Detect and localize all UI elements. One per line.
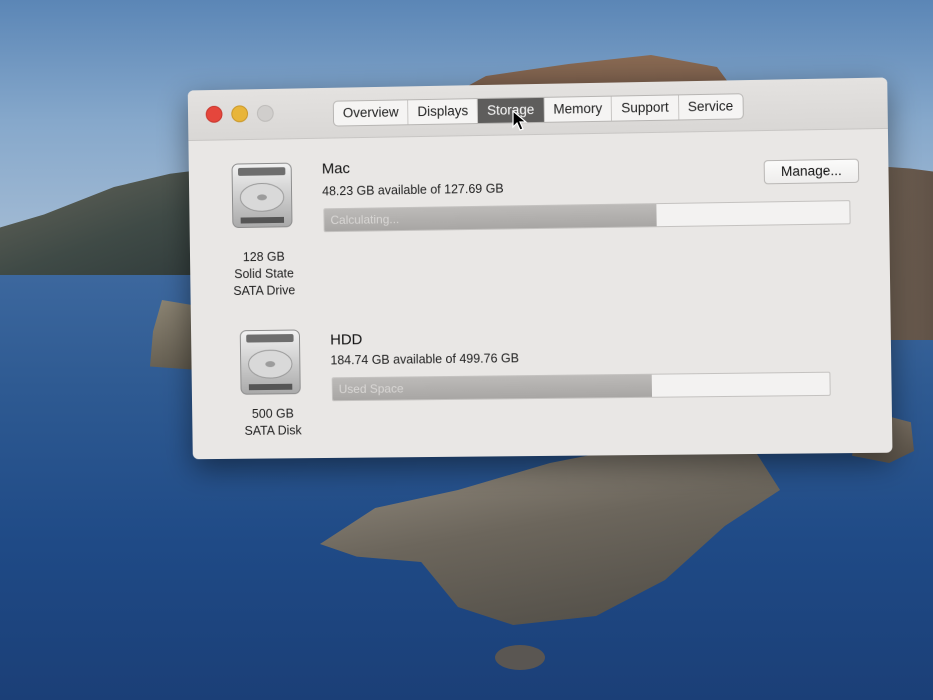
tab-memory[interactable]: Memory — [544, 97, 612, 122]
drive-name: HDD — [330, 331, 362, 348]
drive-type: Solid State — [210, 265, 319, 283]
storage-bar-label: Calculating... — [330, 208, 399, 231]
tab-displays[interactable]: Displays — [408, 99, 478, 124]
tab-service[interactable]: Service — [679, 94, 743, 119]
manage-button[interactable]: Manage... — [764, 159, 860, 185]
hard-drive-icon — [238, 328, 302, 398]
hard-drive-icon — [230, 161, 294, 232]
storage-bar: Used Space — [332, 372, 831, 402]
close-button[interactable] — [206, 106, 223, 123]
drive-mac: 128 GB Solid State SATA Drive Mac 48.23 … — [189, 147, 889, 159]
storage-bar: Calculating... — [323, 200, 850, 232]
storage-pane: 128 GB Solid State SATA Drive Mac 48.23 … — [188, 129, 892, 459]
minimize-button[interactable] — [231, 105, 248, 122]
mouse-cursor-icon — [512, 110, 528, 132]
drive-available: 184.74 GB available of 499.76 GB — [330, 351, 519, 367]
drive-name: Mac — [322, 160, 350, 177]
tab-bar: Overview Displays Storage Memory Support… — [333, 93, 744, 126]
tab-support[interactable]: Support — [612, 95, 679, 120]
drive-interface: SATA Drive — [210, 282, 319, 300]
storage-bar-label: Used Space — [339, 378, 404, 401]
drive-hdd: 500 GB SATA Disk HDD 184.74 GB available… — [191, 319, 891, 328]
drive-type: SATA Disk — [219, 422, 328, 440]
drive-available: 48.23 GB available of 127.69 GB — [322, 182, 504, 199]
wallpaper-rock — [495, 645, 545, 670]
tab-overview[interactable]: Overview — [334, 100, 409, 125]
drive-capacity: 500 GB — [219, 405, 328, 423]
about-this-mac-window: Overview Displays Storage Memory Support… — [188, 77, 893, 459]
zoom-button[interactable] — [257, 105, 274, 122]
drive-caption: 128 GB Solid State SATA Drive — [210, 248, 319, 300]
drive-capacity: 128 GB — [210, 248, 319, 266]
drive-caption: 500 GB SATA Disk — [219, 405, 328, 440]
